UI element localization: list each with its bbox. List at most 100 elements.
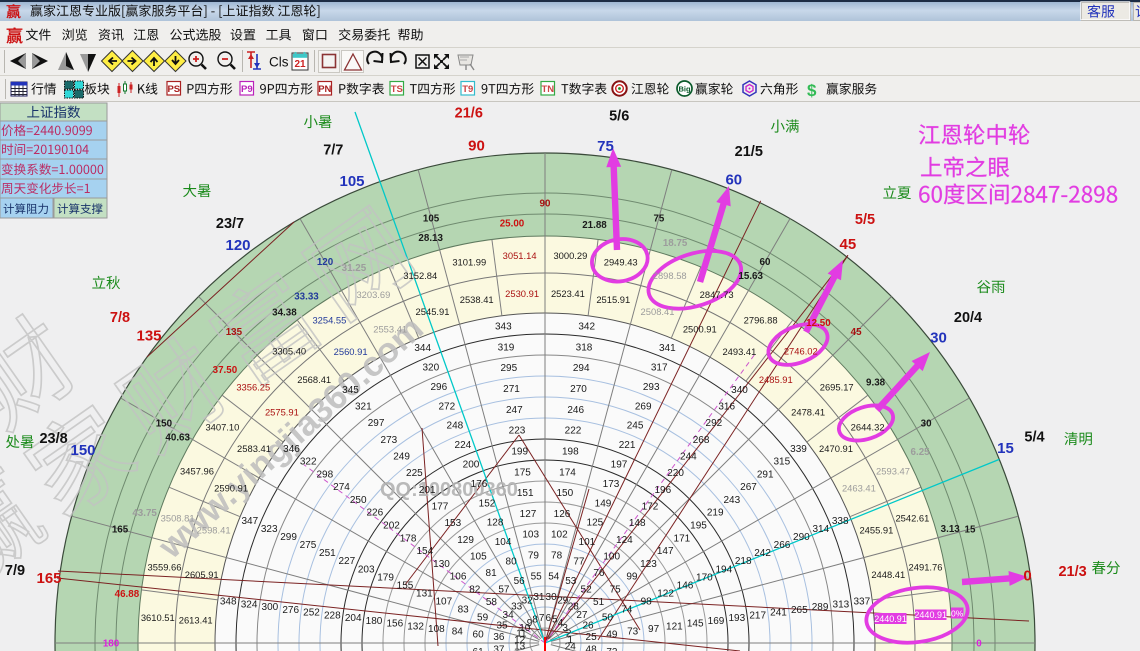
svg-text:Cls: Cls: [269, 55, 289, 70]
svg-text:2542.61: 2542.61: [895, 513, 929, 524]
svg-text:54: 54: [548, 571, 560, 582]
svg-text:108: 108: [428, 624, 445, 635]
svg-text:6.25: 6.25: [911, 447, 931, 458]
svg-text:124: 124: [616, 535, 633, 546]
svg-text:252: 252: [303, 608, 320, 619]
svg-text:129: 129: [457, 535, 474, 546]
svg-text:130: 130: [433, 559, 450, 570]
svg-text:242: 242: [754, 548, 771, 559]
svg-text:120: 120: [225, 237, 250, 254]
svg-text:180: 180: [103, 638, 120, 649]
svg-text:2898.58: 2898.58: [653, 270, 687, 281]
svg-text:147: 147: [657, 546, 674, 557]
svg-text:290: 290: [793, 532, 810, 543]
svg-text:125: 125: [587, 518, 604, 529]
svg-text:226: 226: [366, 508, 383, 519]
svg-text:323: 323: [261, 524, 278, 535]
svg-text:PS: PS: [167, 84, 180, 95]
svg-text:268: 268: [693, 435, 710, 446]
svg-text:2500.91: 2500.91: [683, 323, 717, 334]
svg-text:0: 0: [1023, 568, 1031, 585]
svg-text:272: 272: [438, 401, 455, 412]
svg-text:121: 121: [666, 621, 683, 632]
svg-text:228: 228: [324, 610, 341, 621]
svg-text:3: 3: [562, 623, 568, 634]
svg-text:3203.69: 3203.69: [356, 289, 390, 300]
svg-text:148: 148: [629, 518, 646, 529]
svg-text:196: 196: [654, 485, 671, 496]
svg-text:251: 251: [319, 548, 336, 559]
svg-text:348: 348: [220, 597, 237, 608]
svg-text:170: 170: [696, 572, 713, 583]
svg-text:29: 29: [557, 595, 569, 606]
svg-text:103: 103: [522, 530, 539, 541]
svg-text:20/4: 20/4: [954, 310, 982, 326]
svg-text:34.38: 34.38: [272, 308, 297, 319]
svg-text:TN: TN: [541, 84, 554, 95]
svg-text:46.88: 46.88: [115, 589, 140, 600]
svg-text:2508.41: 2508.41: [641, 306, 675, 317]
svg-text:28.13: 28.13: [418, 233, 443, 244]
svg-text:2485.91: 2485.91: [759, 374, 793, 385]
svg-text:165: 165: [112, 524, 129, 535]
svg-text:2523.41: 2523.41: [551, 288, 585, 299]
svg-text:2538.41: 2538.41: [460, 294, 494, 305]
svg-text:276: 276: [282, 605, 299, 616]
svg-text:2613.41: 2613.41: [179, 614, 213, 625]
svg-text:132: 132: [407, 621, 424, 632]
svg-text:175: 175: [514, 467, 531, 478]
svg-text:2847.73: 2847.73: [700, 289, 734, 300]
svg-text:5/6: 5/6: [609, 108, 629, 124]
svg-text:8: 8: [532, 615, 538, 626]
svg-text:30: 30: [930, 330, 947, 347]
svg-text:107: 107: [435, 596, 452, 607]
svg-text:13: 13: [514, 642, 526, 651]
svg-text:3508.81: 3508.81: [161, 513, 195, 524]
svg-text:31.25: 31.25: [342, 263, 367, 274]
svg-text:346: 346: [283, 444, 300, 455]
svg-text:156: 156: [386, 619, 403, 630]
svg-text:217: 217: [749, 610, 766, 621]
svg-text:32: 32: [522, 595, 534, 606]
svg-text:154: 154: [416, 546, 433, 557]
svg-text:250: 250: [350, 495, 367, 506]
svg-text:273: 273: [381, 435, 398, 446]
svg-text:24: 24: [565, 642, 577, 651]
svg-text:2949.43: 2949.43: [604, 257, 638, 268]
svg-text:153: 153: [444, 518, 461, 529]
svg-text:2598.41: 2598.41: [197, 525, 231, 536]
svg-text:81: 81: [486, 568, 498, 579]
svg-text:249: 249: [393, 452, 410, 463]
svg-text:222: 222: [565, 426, 582, 437]
svg-text:298: 298: [316, 469, 333, 480]
svg-text:34: 34: [503, 610, 515, 621]
svg-text:3000.29: 3000.29: [553, 250, 587, 261]
svg-text:2553.41: 2553.41: [373, 323, 407, 334]
svg-text:82: 82: [469, 584, 481, 595]
svg-text:52: 52: [581, 585, 593, 596]
svg-text:150: 150: [156, 418, 173, 429]
svg-text:105: 105: [423, 213, 440, 224]
svg-text:289: 289: [812, 602, 829, 613]
svg-text:2470.91: 2470.91: [819, 443, 853, 454]
svg-text:165: 165: [36, 570, 61, 587]
svg-text:Big: Big: [678, 85, 691, 94]
svg-text:3356.25: 3356.25: [236, 381, 270, 392]
svg-text:5: 5: [552, 615, 558, 626]
svg-text:122: 122: [657, 588, 674, 599]
svg-text:99: 99: [626, 572, 638, 583]
svg-text:97: 97: [648, 624, 660, 635]
svg-text:291: 291: [757, 469, 774, 480]
svg-text:347: 347: [241, 516, 258, 527]
svg-text:78: 78: [551, 551, 563, 562]
svg-text:0: 0: [976, 638, 982, 649]
svg-text:75: 75: [653, 213, 664, 224]
svg-text:2568.41: 2568.41: [297, 374, 331, 385]
svg-text:300: 300: [262, 602, 279, 613]
svg-text:2440.91: 2440.91: [914, 610, 947, 620]
svg-text:2493.41: 2493.41: [722, 346, 756, 357]
svg-text:223: 223: [509, 426, 526, 437]
svg-text:2746.02: 2746.02: [784, 346, 818, 357]
svg-text:2695.17: 2695.17: [820, 381, 854, 392]
svg-text:9.38: 9.38: [866, 378, 886, 389]
